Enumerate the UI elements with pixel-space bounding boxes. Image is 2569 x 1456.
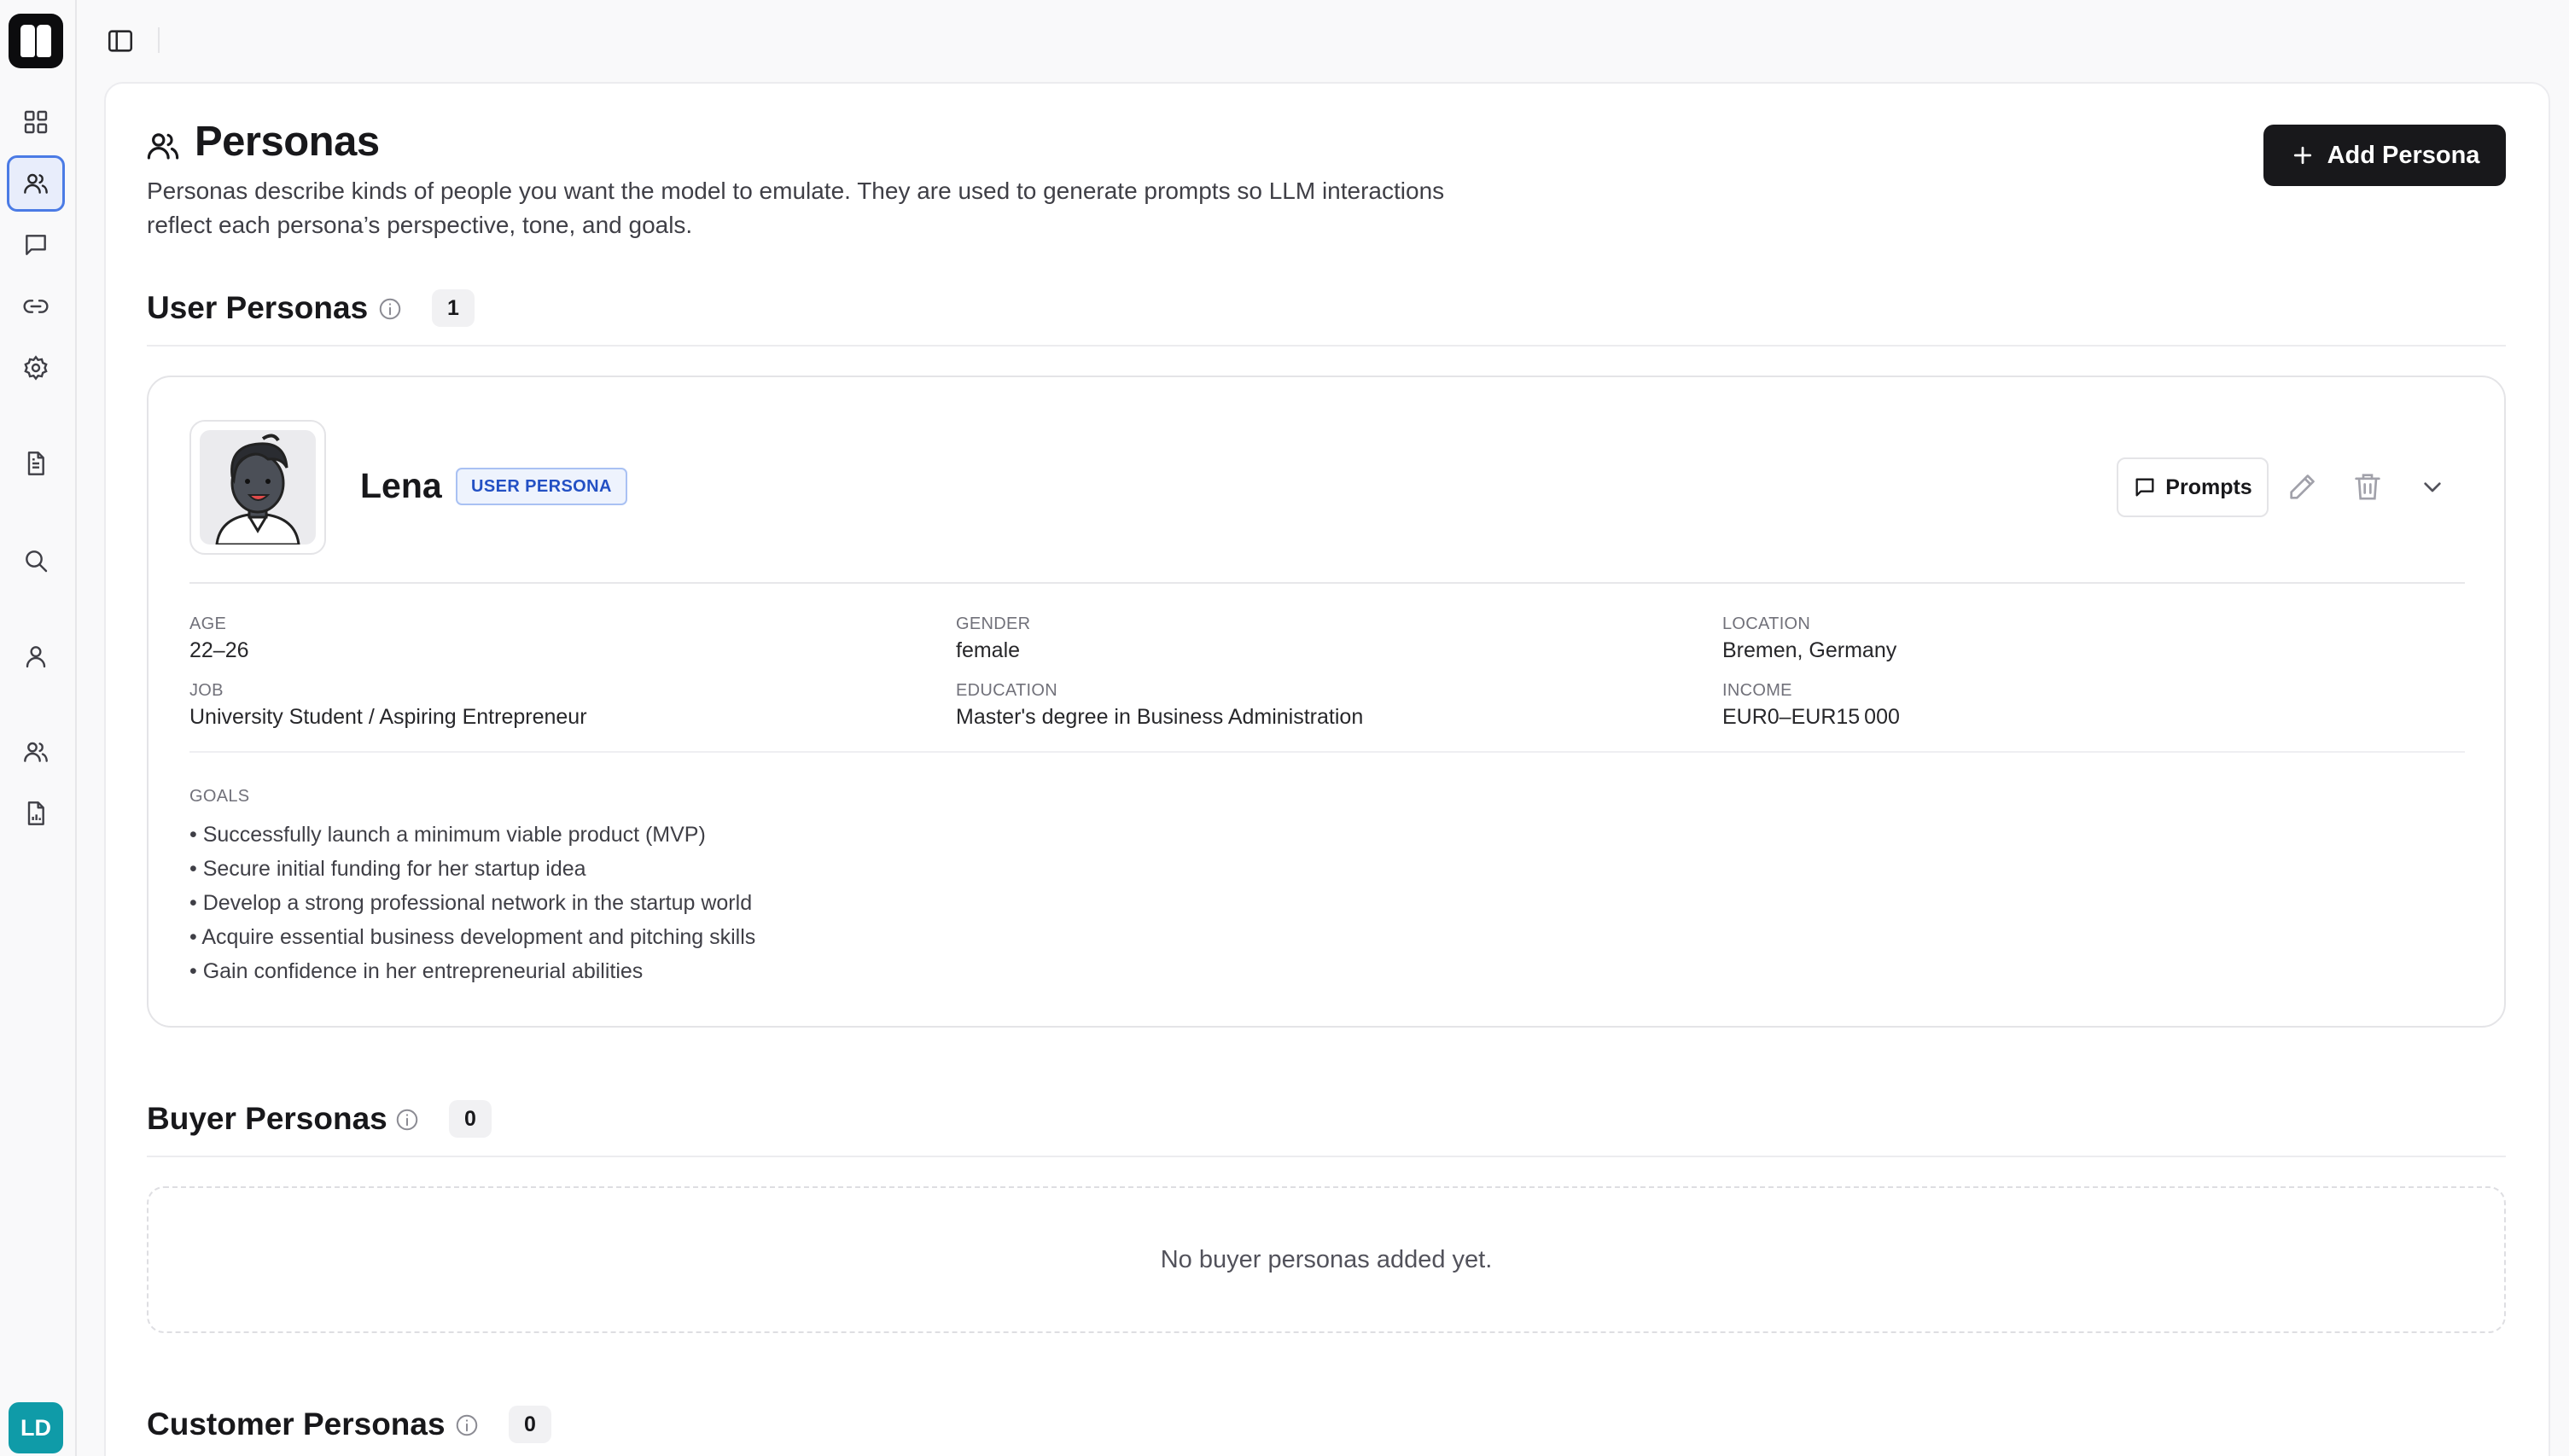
- report-icon[interactable]: [7, 785, 65, 842]
- link-icon[interactable]: [7, 278, 65, 335]
- chat-icon[interactable]: [7, 217, 65, 273]
- location-label: LOCATION: [1722, 614, 1811, 633]
- personas-nav-icon[interactable]: [7, 155, 65, 212]
- toolbar-divider: [158, 27, 160, 53]
- prompts-label: Prompts: [2165, 475, 2252, 499]
- income-label: INCOME: [1722, 681, 1792, 700]
- user-personas-title: User Personas: [147, 290, 369, 325]
- edit-pencil-icon[interactable]: [2286, 469, 2320, 504]
- gender-label: GENDER: [956, 614, 1031, 633]
- info-icon[interactable]: [454, 1412, 480, 1438]
- document-icon[interactable]: [7, 435, 65, 492]
- info-icon[interactable]: [377, 296, 403, 322]
- card-divider: [189, 582, 2465, 584]
- job-value: University Student / Aspiring Entreprene…: [189, 705, 587, 729]
- delete-trash-icon[interactable]: [2351, 469, 2385, 504]
- page-title: Personas: [195, 119, 380, 165]
- add-persona-label: Add Persona: [2327, 141, 2480, 169]
- personas-title-icon: [145, 128, 181, 164]
- persona-name: Lena: [360, 466, 442, 505]
- user-personas-count: 1: [432, 289, 475, 327]
- buyer-personas-empty-state: No buyer personas added yet.: [147, 1186, 2506, 1333]
- age-value: 22–26: [189, 638, 249, 662]
- app-logo[interactable]: [9, 14, 63, 68]
- job-label: JOB: [189, 681, 224, 700]
- page-description: Personas describe kinds of people you wa…: [147, 178, 1445, 238]
- user-avatar[interactable]: LD: [9, 1402, 63, 1453]
- persona-avatar: [189, 420, 326, 555]
- chat-bubble-icon: [2135, 478, 2154, 497]
- buyer-personas-count: 0: [449, 1100, 492, 1138]
- add-persona-button[interactable]: Add Persona: [2263, 125, 2506, 186]
- customer-personas-title: Customer Personas: [147, 1406, 446, 1441]
- gender-value: female: [956, 638, 1021, 662]
- plus-icon: [2293, 146, 2311, 165]
- income-value: EUR0–EUR15 000: [1722, 705, 1900, 729]
- education-label: EDUCATION: [956, 681, 1057, 700]
- age-label: AGE: [189, 614, 227, 633]
- dashboard-icon[interactable]: [7, 94, 65, 150]
- persona-type-badge: USER PERSONA: [456, 468, 627, 505]
- persona-illustration: [215, 434, 300, 545]
- location-value: Bremen, Germany: [1722, 638, 1897, 662]
- team-icon[interactable]: [7, 724, 65, 780]
- search-icon[interactable]: [7, 533, 65, 589]
- info-icon[interactable]: [394, 1107, 420, 1133]
- goals-label: GOALS: [189, 787, 250, 806]
- education-value: Master's degree in Business Administrati…: [956, 705, 1364, 729]
- chevron-down-icon[interactable]: [2415, 469, 2450, 504]
- fields-divider: [189, 751, 2465, 753]
- customer-personas-count: 0: [509, 1406, 551, 1443]
- goal-item: • Acquire essential business development…: [189, 925, 756, 949]
- section-divider: [147, 345, 2506, 347]
- section-divider: [147, 1156, 2506, 1157]
- goal-item: • Secure initial funding for her startup…: [189, 857, 586, 881]
- settings-icon[interactable]: [7, 340, 65, 396]
- buyer-personas-title: Buyer Personas: [147, 1101, 387, 1136]
- sidebar-toggle-icon[interactable]: [106, 26, 135, 55]
- user-icon[interactable]: [7, 628, 65, 684]
- prompts-button[interactable]: Prompts: [2117, 457, 2269, 517]
- goal-item: • Develop a strong professional network …: [189, 891, 753, 915]
- goal-item: • Successfully launch a minimum viable p…: [189, 823, 706, 847]
- sidebar: LD: [0, 0, 77, 1456]
- goal-item: • Gain confidence in her entrepreneurial…: [189, 959, 644, 983]
